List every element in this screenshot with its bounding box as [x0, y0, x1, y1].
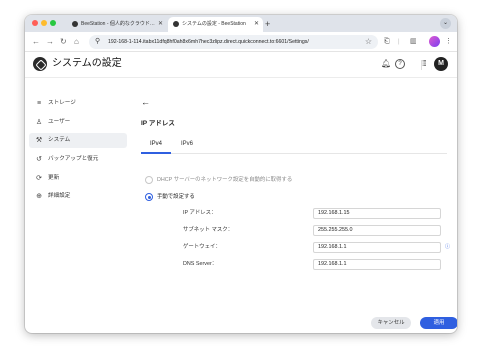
new-tab-button[interactable]: + [265, 17, 270, 31]
bookmark-star-icon[interactable]: ☆ [365, 35, 372, 49]
window-close-button[interactable] [32, 20, 38, 26]
storage-icon: ≡ [36, 100, 42, 107]
forward-arrow-icon[interactable]: → [46, 36, 54, 48]
update-icon: ⟳ [36, 175, 42, 182]
sidebar-item-backup-restore[interactable]: ↺ バックアップと復元 [29, 152, 127, 167]
close-tab-icon[interactable]: ✕ [254, 17, 259, 32]
tab-ipv6[interactable]: IPv6 [181, 139, 193, 149]
browser-menu-icon[interactable]: ⋮ [445, 37, 452, 47]
beestation-favicon-icon [173, 21, 179, 27]
window-minimize-button[interactable] [41, 20, 47, 26]
profile-avatar-icon[interactable] [429, 36, 440, 47]
toolbar-divider: | [398, 39, 400, 45]
sidebar-item-users[interactable]: ♙ ユーザー [29, 115, 127, 130]
tab-title: システムの設定 - BeeStation [182, 21, 246, 27]
tab-selected-indicator [141, 152, 171, 154]
gateway-field[interactable]: 192.168.1.1 [313, 242, 441, 253]
section-title: IP アドレス [141, 120, 175, 127]
manual-radio-label: 手動で設定する [157, 194, 195, 200]
sidebar-item-label: ユーザー [48, 119, 71, 125]
sidebar-item-label: システム [48, 137, 71, 143]
advanced-settings-icon: ⊕ [36, 193, 42, 200]
beestation-favicon-icon [72, 21, 78, 27]
sidebar-item-label: ストレージ [48, 100, 76, 106]
gateway-label: ゲートウェイ： [183, 244, 221, 250]
ip-address-label: IP アドレス： [183, 210, 217, 216]
site-settings-icon[interactable]: ⚲ [95, 36, 100, 48]
cancel-button[interactable]: キャンセル [371, 317, 411, 329]
window-zoom-button[interactable] [50, 20, 56, 26]
info-icon[interactable]: ⓘ [445, 242, 450, 253]
tab-ipv4[interactable]: IPv4 [150, 139, 162, 149]
dhcp-radio-label: DHCP サーバーのネットワーク設定を自動的に取得する [157, 177, 293, 183]
back-arrow-icon[interactable]: ← [141, 97, 150, 107]
url-text: 192-168-1-114.itabx11dfq8hf0ah8x6mh7hec3… [108, 39, 309, 45]
tab-strip: BeeStation - 個人的なクラウド… ✕ システムの設定 - BeeSt… [25, 15, 457, 32]
manual-radio[interactable] [145, 193, 153, 201]
sidebar-item-label: バックアップと復元 [48, 156, 99, 162]
notification-bell-icon[interactable]: 🔔︎ [381, 58, 391, 70]
tab-search-button[interactable]: ⌄ [440, 18, 451, 29]
sidebar-item-storage[interactable]: ≡ ストレージ [29, 96, 127, 111]
browser-window: BeeStation - 個人的なクラウド… ✕ システムの設定 - BeeSt… [25, 15, 457, 333]
sidebar-toggle-icon[interactable]: ▥ [410, 37, 417, 47]
tab-title: BeeStation - 個人的なクラウド… [81, 21, 155, 27]
address-bar[interactable]: ⚲ 192-168-1-114.itabx11dfq8hf0ah8x6mh7he… [89, 35, 378, 49]
reload-icon[interactable]: ↻ [60, 36, 67, 48]
tab-divider [141, 153, 447, 154]
beestation-logo-icon [33, 57, 47, 71]
help-icon[interactable]: ? [395, 59, 405, 69]
back-arrow-icon[interactable]: ← [32, 36, 40, 48]
apply-button[interactable]: 適用 [420, 317, 457, 329]
close-tab-icon[interactable]: ✕ [158, 17, 163, 32]
browser-tab-beestation[interactable]: BeeStation - 個人的なクラウド… ✕ [67, 17, 167, 32]
sidebar: ≡ ストレージ ♙ ユーザー ⚒ システム ↺ バックアップと復元 ⟳ 更新 ⊕… [25, 79, 135, 333]
backup-icon: ↺ [36, 156, 42, 163]
dhcp-radio[interactable] [145, 176, 153, 184]
browser-toolbar: ← → ↻ ⌂ ⚲ 192-168-1-114.itabx11dfq8hf0ah… [25, 32, 457, 52]
dns-server-label: DNS Server： [183, 261, 218, 267]
ip-address-field[interactable]: 192.168.1.15 [313, 208, 441, 219]
dns-server-field[interactable]: 192.168.1.1 [313, 259, 441, 270]
user-icon: ♙ [35, 119, 43, 126]
subnet-mask-label: サブネット マスク： [183, 227, 234, 233]
subnet-mask-field[interactable]: 255.255.255.0 [313, 225, 441, 236]
sidebar-item-label: 詳細設定 [48, 193, 71, 199]
home-icon[interactable]: ⌂ [74, 36, 79, 48]
extensions-icon[interactable]: ⎗ [384, 37, 390, 47]
user-avatar[interactable]: M [434, 57, 448, 71]
apps-grid-icon[interactable]: ⁞⁞⁞ [422, 58, 427, 70]
main-panel: ← IP アドレス IPv4 IPv6 DHCP サーバーのネットワーク設定を自… [135, 79, 457, 333]
sidebar-item-advanced[interactable]: ⊕ 詳細設定 [29, 189, 127, 204]
sidebar-item-update[interactable]: ⟳ 更新 [29, 171, 127, 186]
page-title: システムの設定 [52, 58, 122, 69]
system-tools-icon: ⚒ [35, 137, 43, 144]
sidebar-item-label: 更新 [48, 175, 60, 181]
sidebar-item-system[interactable]: ⚒ システム [29, 133, 127, 148]
app-header: システムの設定 🔔︎ ? ⁞⁞⁞ M [25, 52, 457, 78]
browser-tab-settings[interactable]: システムの設定 - BeeStation ✕ [168, 17, 263, 32]
